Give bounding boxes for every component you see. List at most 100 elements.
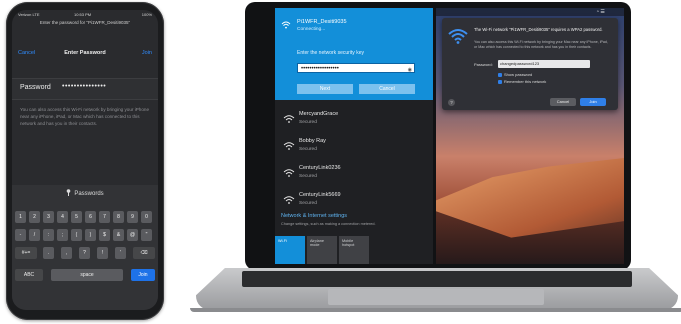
remember-network-checkbox[interactable]: Remember this network <box>498 79 546 84</box>
key-symbol-9[interactable]: " <box>141 229 152 241</box>
wifi-lock-icon <box>283 196 295 204</box>
passwords-bar[interactable]: Passwords <box>12 189 158 197</box>
key-punct-2[interactable]: ? <box>79 247 90 259</box>
wifi-icon <box>448 29 468 44</box>
key-row-punctuation: #+= ⌫ .,?! ' <box>15 247 155 260</box>
password-prompt: Enter the password for "Pi1WFR_Desiti903… <box>39 20 131 25</box>
password-input[interactable]: changedpassword123 <box>498 60 590 68</box>
key-join[interactable]: Join <box>131 269 155 281</box>
password-field-row[interactable]: Password ••••••••••••••• <box>12 78 158 100</box>
key-number-1[interactable]: 2 <box>29 211 40 223</box>
wifi-lock-icon <box>283 142 295 150</box>
network-security: Secured <box>299 174 317 179</box>
network-security: Secured <box>299 120 317 125</box>
tile-airplane-mode[interactable]: Airplane mode <box>307 236 337 264</box>
key-number-5[interactable]: 6 <box>85 211 96 223</box>
keyboard: Passwords 1234567890 - /:;() $ & @ " #+= ⌫ .,… <box>12 185 158 310</box>
key-punct-4[interactable]: ' <box>115 247 126 259</box>
key-punct-1[interactable]: , <box>61 247 72 259</box>
network-status: Connecting... <box>297 27 326 32</box>
key-punct-0[interactable]: . <box>43 247 54 259</box>
wifi-lock-icon <box>283 169 295 177</box>
network-name: CenturyLink0236 <box>299 165 341 171</box>
key-symbol-6[interactable]: $ <box>99 229 110 241</box>
tile-wifi[interactable]: Wi-Fi <box>275 236 305 264</box>
key-row-symbols: - /:;() $ & @ " <box>15 229 155 242</box>
laptop-edge <box>190 308 681 312</box>
iphone-screen: Verizon LTE 10:53 PM 100% Enter the pass… <box>12 10 158 310</box>
key-number-9[interactable]: 0 <box>141 211 152 223</box>
network-settings-description: Change settings, such as making a connec… <box>281 222 376 226</box>
key-number-8[interactable]: 9 <box>127 211 138 223</box>
key-number-3[interactable]: 4 <box>57 211 68 223</box>
status-battery: 100% <box>141 12 152 17</box>
key-symbol-4[interactable]: ( <box>71 229 82 241</box>
key-symbol-7[interactable]: & <box>113 229 124 241</box>
key-number-4[interactable]: 5 <box>71 211 82 223</box>
remember-network-label: Remember this network <box>504 79 547 84</box>
key-row-numbers: 1234567890 <box>15 211 155 224</box>
key-icon <box>67 189 71 196</box>
key-number-7[interactable]: 8 <box>113 211 124 223</box>
show-password-checkbox[interactable]: Show password <box>498 72 532 77</box>
windows-network-flyout: Pi1WFR_Desiti9035 Connecting... Enter th… <box>275 8 433 264</box>
security-key-value: •••••••••••••••••• <box>301 66 339 72</box>
key-symbol-8[interactable]: @ <box>127 229 138 241</box>
password-label: Password: <box>474 62 493 67</box>
key-number-6[interactable]: 7 <box>99 211 110 223</box>
tile-mobile-hotspot[interactable]: Mobile hotspot <box>339 236 369 264</box>
network-name: MercyandGrace <box>299 111 339 117</box>
passwords-label: Passwords <box>74 191 104 197</box>
password-label: Password <box>20 84 51 91</box>
network-security: Secured <box>299 201 317 206</box>
cancel-button[interactable]: Cancel <box>550 98 576 106</box>
network-connect-panel: Pi1WFR_Desiti9035 Connecting... Enter th… <box>275 8 433 100</box>
dialog-body: You can also access this Wi-Fi network b… <box>474 40 608 49</box>
status-time: 10:53 PM <box>74 12 92 17</box>
key-abc[interactable]: ABC <box>15 269 43 281</box>
quick-action-tiles: Wi-Fi Airplane mode Mobile hotspot <box>275 236 433 264</box>
network-name: Bobby Ray <box>299 138 326 144</box>
key-symbol-1[interactable]: / <box>29 229 40 241</box>
tile-airplane-label: Airplane mode <box>310 239 324 247</box>
next-button[interactable]: Next <box>297 84 353 94</box>
checkbox-checked-icon <box>498 72 502 77</box>
menu-bar-wifi-icon[interactable]: ◔ ☰ <box>596 9 605 15</box>
key-number-0[interactable]: 1 <box>15 211 26 223</box>
tile-hotspot-label: Mobile hotspot <box>342 239 355 247</box>
checkbox-checked-icon <box>498 79 502 84</box>
wifi-lock-icon <box>283 115 295 123</box>
key-symbol-3[interactable]: ; <box>57 229 68 241</box>
status-bar: Verizon LTE 10:53 PM 100% <box>12 10 158 20</box>
cancel-button[interactable]: Cancel <box>359 84 415 94</box>
network-name: Pi1WFR_Desiti9035 <box>297 19 347 25</box>
nav-bar: Enter Password Cancel Join <box>12 48 158 60</box>
key-more-symbols[interactable]: #+= <box>15 247 37 259</box>
key-backspace[interactable]: ⌫ <box>133 247 155 259</box>
reveal-password-icon[interactable]: ◉ <box>408 65 412 75</box>
show-password-label: Show password <box>504 72 533 77</box>
key-symbol-5[interactable]: ) <box>85 229 96 241</box>
key-punct-3[interactable]: ! <box>97 247 108 259</box>
key-symbol-0[interactable]: - <box>15 229 26 241</box>
key-space[interactable]: space <box>51 269 123 281</box>
tile-wifi-label: Wi-Fi <box>278 239 287 243</box>
network-name: CenturyLink5669 <box>299 192 341 198</box>
wifi-icon <box>281 21 291 29</box>
key-symbol-2[interactable]: : <box>43 229 54 241</box>
laptop-keyboard <box>242 271 632 287</box>
password-input[interactable]: ••••••••••••••• <box>62 83 106 90</box>
key-number-2[interactable]: 3 <box>43 211 54 223</box>
cancel-button[interactable]: Cancel <box>18 50 35 56</box>
info-text: You can also access this Wi-Fi network b… <box>20 107 150 126</box>
network-settings-link[interactable]: Network & Internet settings <box>281 213 347 219</box>
join-button[interactable]: Join <box>142 50 152 56</box>
wifi-password-dialog: The Wi-Fi network "Pi1WFR_Desiti9035" re… <box>442 18 618 110</box>
security-key-prompt: Enter the network security key <box>297 50 364 56</box>
join-button[interactable]: Join <box>580 98 606 106</box>
help-button[interactable]: ? <box>448 99 455 106</box>
laptop-trackpad <box>328 289 544 305</box>
network-security: Secured <box>299 147 317 152</box>
security-key-input[interactable]: •••••••••••••••••• ◉ <box>297 63 415 73</box>
key-row-bottom: ABC space Join <box>15 269 155 282</box>
